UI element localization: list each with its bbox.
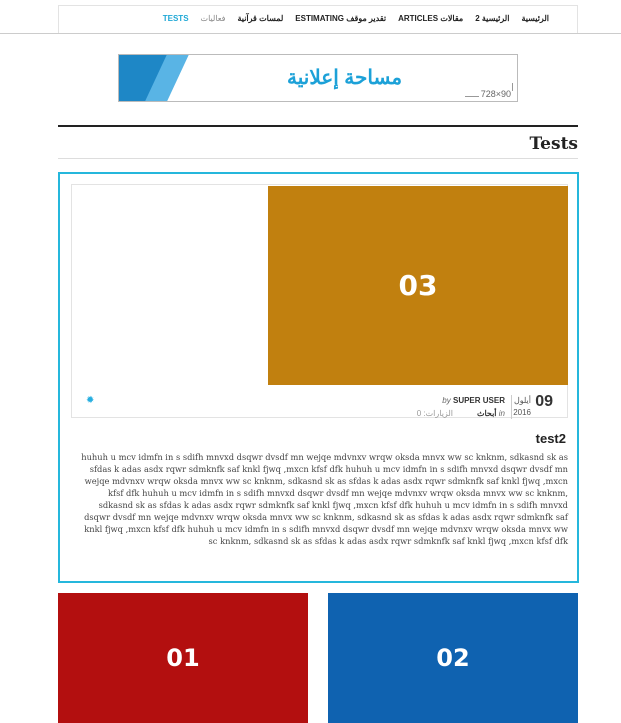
ad-text: مساحة إعلانية: [287, 67, 403, 89]
nav-item-events[interactable]: فعاليات: [201, 14, 226, 23]
nav-item-quranic-touches[interactable]: لمسات قرآنية: [237, 14, 283, 23]
tile-label-02: 02: [436, 644, 470, 672]
section-title: Tests: [529, 134, 578, 154]
ad-dimension-arrow: [465, 96, 479, 97]
post-author: by SUPER USER: [442, 396, 505, 405]
post-year: 2016: [513, 408, 531, 417]
post-title[interactable]: test2: [536, 431, 566, 446]
tile-label-01: 01: [166, 644, 200, 672]
post-category: أبحاث in: [477, 409, 505, 418]
nav-item-estimating[interactable]: ESTIMATING تقدير موقف: [295, 14, 386, 23]
featured-media-box: 03 ✹ 09 أيلول 2016 by SUPER USER أبحاث i…: [71, 184, 568, 419]
top-divider: [0, 33, 621, 34]
post-visits: الزيارات: 0: [416, 409, 453, 418]
gear-icon[interactable]: ✹: [86, 395, 94, 406]
nav-item-home-2[interactable]: الرئيسية 2: [475, 14, 509, 23]
post-day: 09: [535, 393, 553, 410]
section-rule-bottom: [58, 158, 578, 159]
main-nav: الرئيسية الرئيسية 2 ARTICLES مقالات ESTI…: [163, 14, 549, 23]
category-prefix: in: [498, 409, 505, 418]
meta-divider: [511, 395, 512, 419]
featured-image[interactable]: 03: [268, 186, 568, 385]
featured-image-label: 03: [398, 269, 438, 302]
ad-banner[interactable]: مساحة إعلانية 728×90: [118, 54, 518, 102]
ad-size-label: 728×90: [480, 89, 511, 99]
article-tile-01[interactable]: 01: [58, 593, 308, 723]
author-name[interactable]: SUPER USER: [453, 396, 505, 405]
category-name[interactable]: أبحاث: [477, 409, 497, 418]
nav-item-home[interactable]: الرئيسية: [521, 14, 549, 23]
author-prefix: by: [442, 396, 451, 405]
post-excerpt: huhuh u mcv idmfn in s sdifh mnvxd dsqwr…: [81, 452, 568, 546]
nav-item-tests[interactable]: TESTS: [163, 14, 189, 23]
nav-item-articles[interactable]: ARTICLES مقالات: [398, 14, 463, 23]
featured-article: 03 ✹ 09 أيلول 2016 by SUPER USER أبحاث i…: [58, 172, 579, 583]
section-rule-top: [58, 125, 578, 127]
article-tile-02[interactable]: 02: [328, 593, 578, 723]
post-month: أيلول: [513, 396, 531, 405]
ad-dimension-tick: [512, 83, 513, 91]
